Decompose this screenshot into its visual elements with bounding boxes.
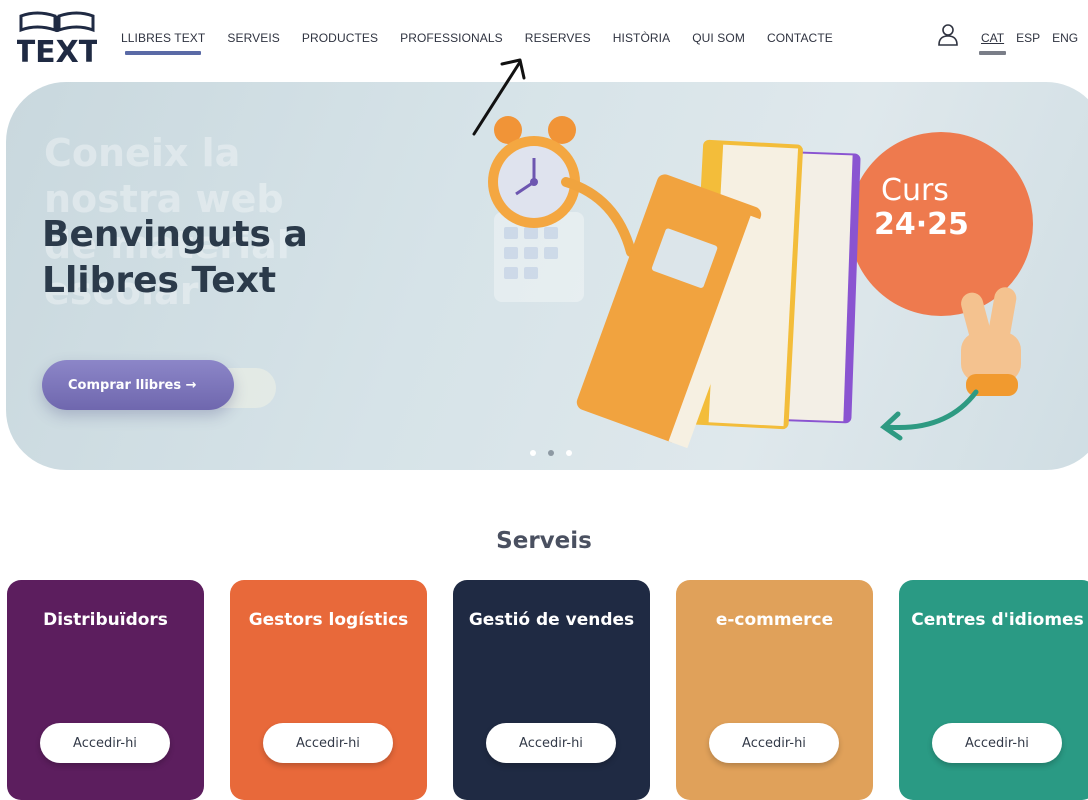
language-cat[interactable]: CAT [978,31,1007,55]
menu-item-hist-ria[interactable]: HISTÒRIA [613,31,670,45]
carousel-dot-1[interactable] [530,450,536,456]
service-card-title: Gestors logístics [248,610,409,630]
service-card: e-commerce Accedir-hi [676,580,873,800]
carousel-dots [530,450,584,456]
menu-item-serveis[interactable]: SERVEIS [227,31,280,45]
hero-illustration: Curs 24·25 [488,116,1033,449]
service-card: Gestió de vendes Accedir-hi [453,580,650,800]
menu-item-productes[interactable]: PRODUCTES [302,31,378,45]
language-eng[interactable]: ENG [1052,31,1078,45]
access-button[interactable]: Accedir-hi [40,723,170,763]
books-illustration [576,139,861,449]
course-badge-line2: 24·25 [874,207,969,242]
service-card: Centres d'idiomes Accedir-hi [899,580,1088,800]
svg-text:TEXT: TEXT [17,35,97,66]
hero-carousel[interactable]: Coneix la nostra web de material escolar… [6,82,1088,470]
language-switcher: CAT ESP ENG [978,31,1088,55]
service-card: Gestors logístics Accedir-hi [230,580,427,800]
service-card-title: e-commerce [715,610,834,630]
service-card: Distribuïdors Accedir-hi [7,580,204,800]
annotation-arrow-icon [472,58,526,136]
menu-item-reserves[interactable]: RESERVES [525,31,591,45]
access-button[interactable]: Accedir-hi [263,723,393,763]
green-curve-arrow-icon [883,389,979,431]
victory-hand-icon [961,287,1021,396]
logo-icon[interactable]: TEXT [17,10,97,66]
services-title: Serveis [496,528,592,554]
access-button[interactable]: Accedir-hi [486,723,616,763]
access-button[interactable]: Accedir-hi [709,723,839,763]
buy-books-button[interactable]: Comprar llibres → [42,360,234,410]
service-card-title: Distribuïdors [43,610,168,630]
carousel-dot-2[interactable] [548,450,554,456]
menu-item-contacte[interactable]: CONTACTE [767,31,833,45]
menu-item-qui-som[interactable]: QUI SOM [692,31,745,45]
hero-title: Benvinguts a Llibres Text [42,214,308,301]
menu-item-llibres-text[interactable]: LLIBRES TEXT [121,31,205,55]
language-esp[interactable]: ESP [1016,31,1040,45]
access-button[interactable]: Accedir-hi [932,723,1062,763]
carousel-dot-3[interactable] [566,450,572,456]
course-badge-line1: Curs [881,173,949,208]
service-card-title: Centres d'idiomes [911,610,1084,630]
user-account-icon[interactable] [938,24,958,46]
menu-item-professionals[interactable]: PROFESSIONALS [400,31,503,45]
service-card-title: Gestió de vendes [468,610,635,630]
main-menu: LLIBRES TEXT SERVEIS PRODUCTES PROFESSIONAL… [121,31,855,55]
top-navigation: TEXT LLIBRES TEXT SERVEIS PRODUCTES PROFESS… [0,0,1088,78]
